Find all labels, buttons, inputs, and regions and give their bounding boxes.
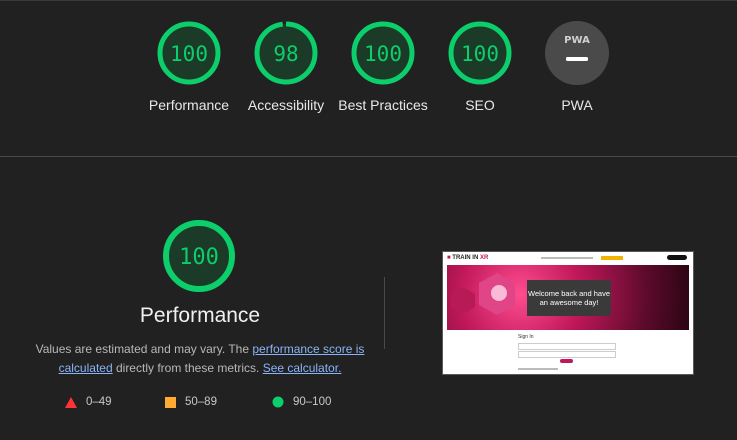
screenshot-hero: Welcome back and have an awesome day! xyxy=(447,265,689,330)
final-screenshot[interactable]: ■ TRAIN IN XR Welcome back and have an a… xyxy=(442,251,694,375)
gauge-ring: 100 xyxy=(351,21,415,85)
gauge-best-practices[interactable]: 100 Best Practices xyxy=(328,20,438,115)
desc-middle: directly from these metrics. xyxy=(112,361,263,375)
legend-average: 50–89 xyxy=(165,396,217,408)
desc-prefix: Values are estimated and may vary. The xyxy=(35,342,253,356)
gauge-score: 98 xyxy=(273,42,298,66)
gauge-ring: 98 xyxy=(254,21,318,85)
gauge-score: 100 xyxy=(364,42,402,66)
vertical-separator xyxy=(384,277,385,349)
gauge-ring: 100 xyxy=(157,21,221,85)
pwa-badge-text: PWA xyxy=(564,35,590,46)
circle-icon xyxy=(272,396,284,408)
legend-fail: 0–49 xyxy=(65,396,112,408)
triangle-icon xyxy=(65,396,77,408)
gauge-label: SEO xyxy=(465,97,495,113)
gauge-performance[interactable]: 100 Performance xyxy=(134,20,244,115)
legend-label: 50–89 xyxy=(185,396,217,408)
gauge-label: PWA xyxy=(561,97,593,113)
screenshot-welcome-box: Welcome back and have an awesome day! xyxy=(527,280,611,316)
gauge-ring: 100 xyxy=(163,220,235,292)
square-icon xyxy=(165,396,176,408)
legend-pass: 90–100 xyxy=(272,396,331,408)
category-gauges: 100 Performance 98 Accessibility 100 Bes… xyxy=(0,0,737,156)
performance-title: Performance xyxy=(139,304,261,327)
calculator-link[interactable]: See calculator. xyxy=(263,361,342,375)
gauge-seo[interactable]: 100 SEO xyxy=(425,20,535,115)
gauge-label: Best Practices xyxy=(338,97,428,113)
section-divider xyxy=(0,156,737,157)
pwa-badge-icon: PWA xyxy=(545,21,609,85)
legend-label: 90–100 xyxy=(293,396,332,408)
gauge-score: 100 xyxy=(461,42,499,66)
gauge-pwa[interactable]: PWA PWA xyxy=(522,20,632,115)
hexagon-graphic-icon xyxy=(451,273,515,315)
screenshot-logo: ■ TRAIN IN XR xyxy=(447,255,489,261)
gauge-label: Performance xyxy=(148,97,230,113)
performance-score: 100 xyxy=(179,245,219,270)
legend-label: 0–49 xyxy=(86,396,112,408)
gauge-ring: 100 xyxy=(448,21,512,85)
screenshot-nav: ■ TRAIN IN XR xyxy=(443,252,693,265)
gauge-label: Accessibility xyxy=(247,97,325,113)
screenshot-signin: Sign In xyxy=(518,334,534,340)
gauge-score: 100 xyxy=(170,42,208,66)
score-legend: 0–49 50–89 90–100 xyxy=(60,396,360,416)
performance-description: Values are estimated and may vary. The p… xyxy=(30,340,370,378)
performance-gauge: 100 xyxy=(161,218,237,299)
gauge-accessibility[interactable]: 98 Accessibility xyxy=(231,20,341,115)
